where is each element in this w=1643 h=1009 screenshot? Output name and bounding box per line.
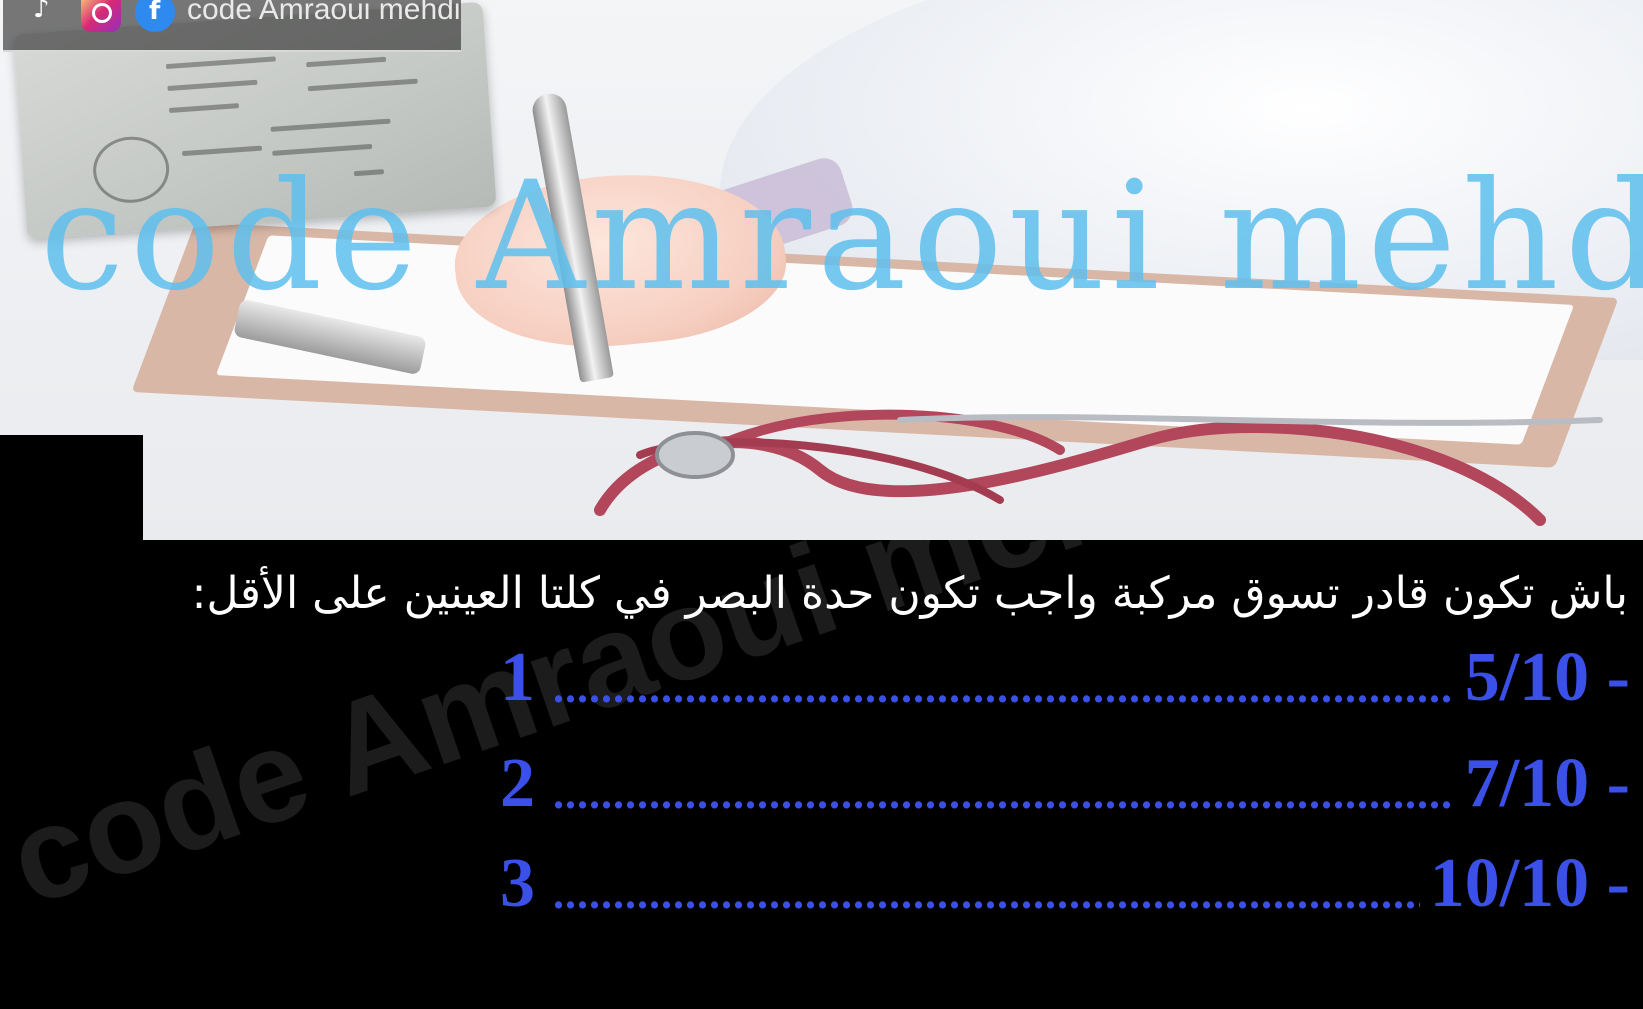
option-value: 5/10 - <box>1464 639 1630 716</box>
option-leader-dots: ........................................… <box>553 868 1420 918</box>
answer-option-1[interactable]: 1 ......................................… <box>500 638 1630 718</box>
tiktok-icon[interactable] <box>25 0 65 32</box>
instagram-icon[interactable] <box>81 0 121 32</box>
option-number: 2 <box>500 745 535 822</box>
doctor-photo: code Amraoui mehdi <box>0 0 1643 540</box>
option-leader-dots: ........................................… <box>553 768 1455 818</box>
channel-handle: code Amraoui mehdi <box>187 0 461 26</box>
option-value: 7/10 - <box>1464 745 1630 822</box>
social-overlay: code Amraoui mehdi <box>3 0 461 52</box>
question-panel: code Amraoui mehdi باش تكون قادر تسوق مر… <box>0 540 1643 1009</box>
option-value: 10/10 - <box>1429 845 1630 922</box>
answer-option-3[interactable]: 3 ......................................… <box>500 844 1630 924</box>
option-number: 3 <box>500 845 535 922</box>
brand-watermark: code Amraoui mehdi <box>40 150 1643 324</box>
question-text: باش تكون قادر تسوق مركبة واجب تكون حدة ا… <box>191 568 1628 619</box>
answer-option-2[interactable]: 2 ......................................… <box>500 744 1630 824</box>
option-leader-dots: ........................................… <box>553 662 1455 712</box>
black-notch <box>0 435 143 545</box>
option-number: 1 <box>500 639 535 716</box>
facebook-icon[interactable] <box>135 0 175 32</box>
